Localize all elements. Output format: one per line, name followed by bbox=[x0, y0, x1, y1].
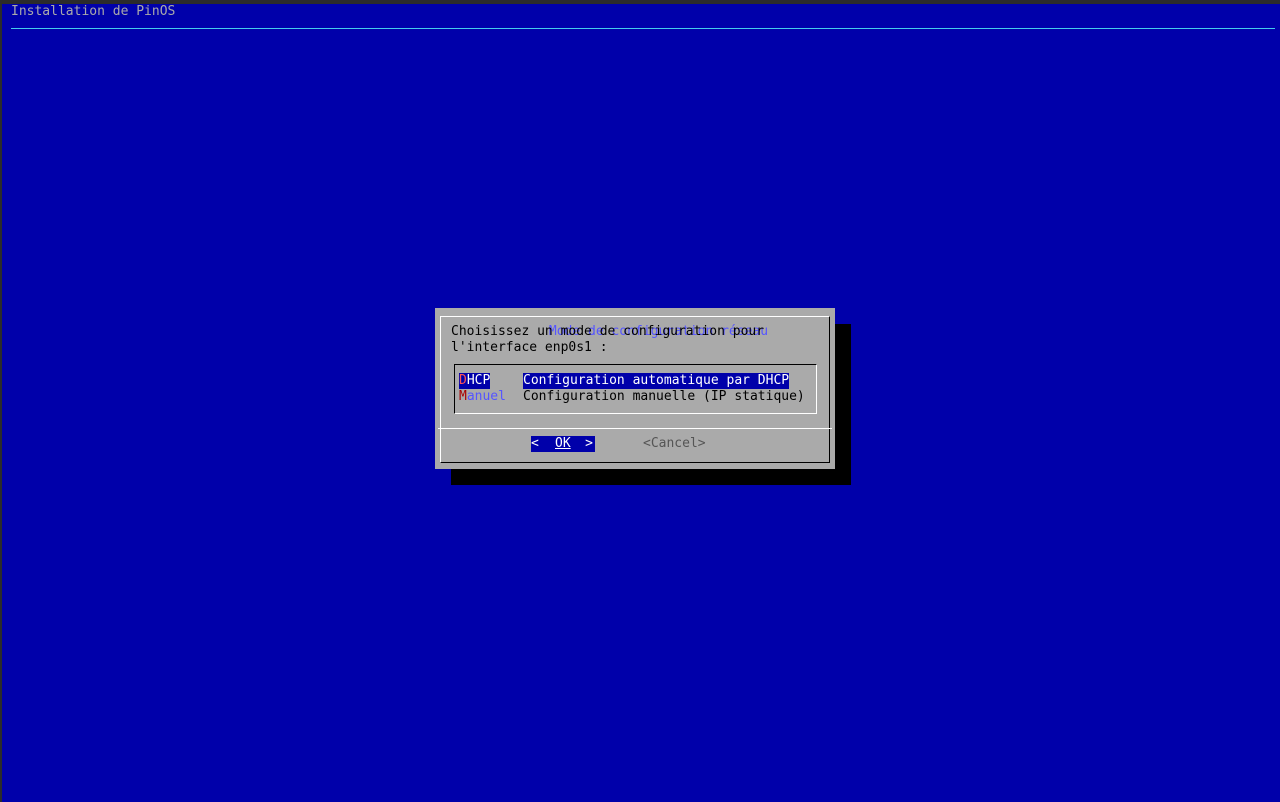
menu-item-dhcp-tag-rest: HCP bbox=[466, 373, 491, 388]
button-separator bbox=[438, 428, 832, 429]
ok-button-label: OK bbox=[555, 436, 571, 451]
network-mode-dialog: Mode de configuration réseau Choisissez … bbox=[435, 308, 835, 469]
installer-screen: Installation de PinOS Mode de configurat… bbox=[0, 0, 1280, 802]
window-left-edge bbox=[0, 0, 2, 802]
backtitle-divider bbox=[11, 28, 1275, 29]
menu-item-manuel-hotkey: M bbox=[459, 389, 467, 404]
menu-item-dhcp-tag: DHCP bbox=[459, 373, 491, 389]
ok-button-right-bracket: > bbox=[585, 436, 593, 451]
menu-item-manuel-description: Configuration manuelle (IP statique) bbox=[523, 389, 805, 404]
menu-item-manuel-tag-rest: anuel bbox=[466, 389, 506, 404]
prompt-line-2: l'interface enp0s1 : bbox=[451, 340, 608, 355]
cancel-button[interactable]: <Cancel> bbox=[643, 436, 706, 452]
backtitle: Installation de PinOS bbox=[11, 4, 176, 19]
window-top-edge bbox=[0, 0, 1280, 4]
menu-item-manuel[interactable]: Manuel Configuration manuelle (IP statiq… bbox=[459, 389, 805, 405]
menu-list: DHCP Configuration automatique par DHCP … bbox=[454, 364, 817, 414]
ok-button[interactable]: < OK > bbox=[531, 436, 595, 452]
dialog-prompt: Choisissez un mode de configuration pour… bbox=[451, 324, 764, 356]
menu-item-dhcp-description: Configuration automatique par DHCP bbox=[523, 373, 790, 389]
menu-item-manuel-tag: Manuel bbox=[459, 389, 506, 405]
menu-item-dhcp-hotkey: D bbox=[459, 373, 467, 388]
prompt-line-1: Choisissez un mode de configuration pour bbox=[451, 324, 765, 339]
menu-item-dhcp[interactable]: DHCP Configuration automatique par DHCP bbox=[459, 373, 790, 389]
ok-button-left-bracket: < bbox=[531, 436, 539, 451]
